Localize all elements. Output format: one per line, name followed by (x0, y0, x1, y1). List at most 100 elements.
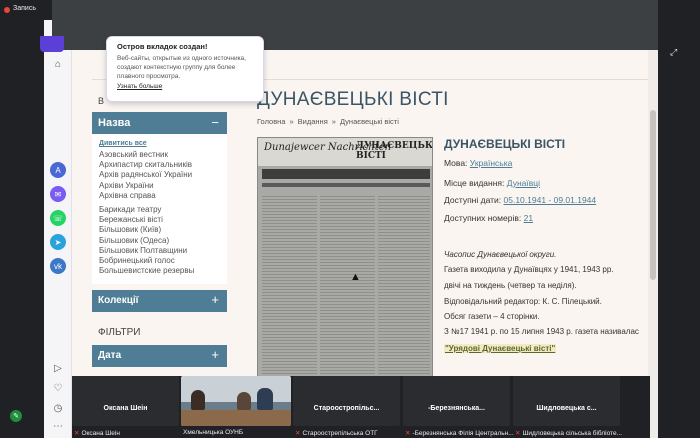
title-list: Дивитись всe Азовський вестник Архипасти… (92, 134, 227, 284)
breadcrumb-publications[interactable]: Видання (298, 117, 328, 126)
language-link[interactable]: Українська (470, 158, 513, 168)
pin-icon[interactable]: ⌂ (50, 56, 66, 72)
vk-icon[interactable]: vk (50, 258, 66, 274)
alphabet-letter: В (98, 96, 105, 106)
aria-icon[interactable]: A (50, 162, 66, 178)
list-item[interactable]: Бережанські вісті (99, 215, 220, 225)
filters-heading: ФІЛЬТРИ (98, 327, 141, 338)
recording-label: Запись (13, 5, 36, 12)
description-line: Часопис Дунаєвецької округи. (444, 250, 557, 259)
newspaper-masthead: Dunajewcer Nachrichten ДУНАЄВЕЦЬКІ ВІСТІ (258, 138, 433, 166)
participant-name: Староостропільс... (313, 405, 380, 412)
breadcrumb-current: Дунаєвецькі вісті (339, 117, 399, 126)
place-label: Місце видання: (444, 178, 505, 188)
participant-tile[interactable] (293, 376, 400, 426)
show-all-link[interactable]: Дивитись всe (99, 140, 220, 147)
newspaper-cover-image[interactable]: Dunajewcer Nachrichten ДУНАЄВЕЦЬКІ ВІСТІ (257, 137, 433, 382)
muted-mic-icon: ✕ (405, 430, 411, 437)
masthead-ukrainian: ДУНАЄВЕЦЬКІ ВІСТІ (356, 141, 433, 161)
meeting-left-rail: ✎ (0, 20, 44, 438)
breadcrumb-separator: » (331, 117, 336, 126)
meeting-right-rail: ⤢ (658, 20, 700, 438)
participant-footer: ✕ Оксана Шеін (74, 429, 120, 437)
history-icon[interactable]: ◷ (50, 400, 66, 416)
messenger-icon[interactable]: ✉ (50, 186, 66, 202)
more-icon[interactable]: ⋯ (50, 418, 66, 434)
date-filter-header[interactable]: Дата + (92, 345, 227, 367)
participant-footer-name: Староострепільська ОТГ (302, 430, 378, 437)
list-item[interactable]: Більшовик (Київ) (99, 225, 220, 235)
edit-pencil-icon[interactable]: ✎ (10, 410, 22, 422)
participant-video[interactable] (181, 376, 291, 426)
video-person (237, 392, 251, 410)
language-row: Мова: Українська (444, 158, 512, 168)
participant-footer: Хмельницька ОУНБ (183, 429, 243, 436)
screen: Запись ✎ В Назва − Дивитись всe Азовськи… (0, 0, 700, 438)
whatsapp-icon[interactable]: ☏ (50, 210, 66, 226)
player-icon[interactable]: ▷ (50, 360, 66, 376)
description-line: Газета виходила у Дунаївцях у 1941, 1943… (444, 265, 614, 274)
list-item[interactable]: Більшовик (Одеса) (99, 236, 220, 246)
breadcrumb-home[interactable]: Головна (257, 117, 286, 126)
list-item[interactable]: Більшовик Полтавщини (99, 246, 220, 256)
collections-filter-header[interactable]: Колекції + (92, 290, 227, 312)
list-item[interactable]: Архів радянської України (99, 170, 220, 180)
muted-mic-icon: ✕ (515, 430, 521, 437)
muted-mic-icon: ✕ (74, 430, 80, 437)
heart-icon[interactable]: ♡ (50, 380, 66, 396)
expand-icon[interactable]: + (211, 347, 219, 362)
description-line: Відповідальний редактор: К. С. Пілецький… (444, 297, 602, 306)
video-person (257, 388, 273, 410)
participant-footer: ✕ -Березнянська Філія Центральн... (405, 429, 514, 437)
scrollbar-thumb[interactable] (650, 110, 656, 280)
participant-name: -Березнянська... (428, 405, 485, 412)
participant-footer: ✕ Староострепільська ОТГ (295, 429, 378, 437)
name-filter-header[interactable]: Назва − (92, 112, 227, 134)
expand-icon[interactable]: + (211, 292, 219, 307)
participant-tile[interactable] (513, 376, 620, 426)
page-title: ДУНАЄВЕЦЬКІ ВІСТІ (257, 89, 449, 110)
issues-link[interactable]: 21 (524, 213, 533, 223)
dates-label: Доступні дати: (444, 195, 502, 205)
learn-more-link[interactable]: Узнать больше (117, 83, 253, 90)
recording-icon (4, 7, 10, 13)
newspaper-headline-bar (262, 169, 430, 179)
participant-name: Шидловецька с... (536, 405, 597, 412)
list-item[interactable]: Архіви України (99, 181, 220, 191)
description-line: З №17 1941 р. по 15 липня 1943 р. газета… (444, 327, 639, 336)
newspaper-text-column (378, 194, 430, 380)
newspaper-text-column (320, 194, 375, 380)
list-item[interactable]: Азовський вестник (99, 150, 220, 160)
publication-title: ДУНАЄВЕЦЬКІ ВІСТІ (444, 137, 566, 151)
breadcrumb: Головна» Видання» Дунаєвецькі вісті (257, 117, 399, 126)
telegram-icon[interactable]: ➤ (50, 234, 66, 250)
tab-island-popup: Остров вкладок создан! Веб-сайты, открыт… (106, 36, 264, 102)
participant-tile[interactable] (403, 376, 510, 426)
list-item[interactable]: Барикади театру (99, 205, 220, 215)
list-item[interactable]: Бобринецький голос (99, 256, 220, 266)
muted-mic-icon: ✕ (295, 430, 301, 437)
dates-row: Доступні дати: 05.10.1941 - 09.01.1944 (444, 195, 596, 205)
place-row: Місце видання: Дунаївці (444, 178, 540, 188)
place-link[interactable]: Дунаївці (507, 178, 540, 188)
expand-icon[interactable]: ⤢ (670, 47, 677, 58)
date-label: Дата (98, 350, 122, 361)
participant-tile[interactable] (72, 376, 179, 426)
breadcrumb-separator: » (289, 117, 294, 126)
language-label: Мова: (444, 158, 468, 168)
list-item[interactable]: Большевистские резервы (99, 266, 220, 276)
browser-sidebar: ⌂ A ✉ ☏ ➤ vk ▷ ♡ ◷ ⋯ (44, 20, 72, 438)
issues-label: Доступних номерів: (444, 213, 522, 223)
collapse-icon[interactable]: − (211, 115, 219, 130)
dates-link[interactable]: 05.10.1941 - 09.01.1944 (504, 195, 597, 205)
participant-footer-name: Шидловецька сільська бібліоте... (522, 430, 622, 437)
renamed-title-link[interactable]: "Урядові Дунаєвецькі вісті" (444, 344, 557, 353)
description-line: двічі на тиждень (четвер та неділя). (444, 281, 577, 290)
list-item[interactable]: Архипастир скитальників (99, 160, 220, 170)
participant-footer: ✕ Шидловецька сільська бібліоте... (515, 429, 622, 437)
list-item[interactable]: Архівна справа (99, 191, 220, 201)
collections-label: Колекції (98, 295, 139, 306)
participant-name: Оксана Шеін (103, 405, 148, 412)
participant-footer-name: -Березнянська Філія Центральн... (412, 430, 514, 437)
tab-island-indicator (40, 36, 64, 52)
